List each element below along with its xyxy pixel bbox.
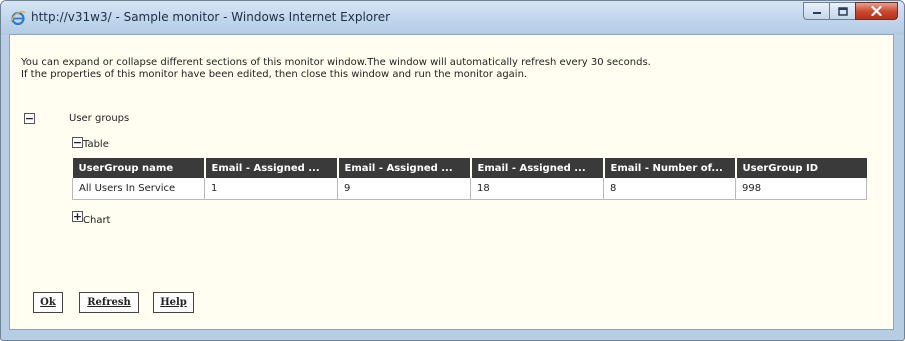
- close-icon: [871, 6, 882, 16]
- close-button[interactable]: [855, 2, 898, 20]
- refresh-button[interactable]: Refresh: [79, 292, 139, 313]
- column-header-usergroup-name[interactable]: UserGroup name: [72, 158, 206, 178]
- info-line-1: You can expand or collapse different sec…: [21, 57, 651, 68]
- chart-section-label: Chart: [83, 215, 111, 226]
- table-section-label: Table: [83, 139, 109, 150]
- table-cell: All Users In Service: [72, 178, 205, 200]
- column-header-email-assigned-3[interactable]: Email - Assigned ...: [470, 158, 605, 178]
- monitor-content: You can expand or collapse different sec…: [9, 34, 894, 330]
- minimize-button[interactable]: [803, 2, 829, 20]
- ok-button[interactable]: Ok: [33, 292, 63, 313]
- column-header-email-number-of[interactable]: Email - Number of...: [603, 158, 737, 178]
- info-text: You can expand or collapse different sec…: [21, 57, 651, 81]
- table-collapse-toggle[interactable]: −: [72, 137, 83, 148]
- internet-explorer-icon: [10, 10, 26, 26]
- browser-window: http://v31w3/ - Sample monitor - Windows…: [0, 0, 905, 341]
- help-button[interactable]: Help: [153, 292, 194, 313]
- table-cell: 1: [204, 178, 338, 200]
- table-cell: 998: [735, 178, 867, 200]
- table-cell: 18: [470, 178, 604, 200]
- table-row: All Users In Service 1 9 18 8 998: [72, 178, 867, 200]
- table-cell: 9: [337, 178, 471, 200]
- maximize-icon: [837, 6, 848, 16]
- info-line-2: If the properties of this monitor have b…: [21, 69, 528, 80]
- table-header-row: UserGroup name Email - Assigned ... Emai…: [72, 158, 867, 178]
- column-header-email-assigned-1[interactable]: Email - Assigned ...: [204, 158, 339, 178]
- user-groups-collapse-toggle[interactable]: −: [24, 113, 35, 124]
- table-cell: 8: [603, 178, 736, 200]
- title-bar[interactable]: http://v31w3/ - Sample monitor - Windows…: [1, 1, 904, 35]
- caption-buttons: [803, 2, 898, 21]
- chart-expand-toggle[interactable]: +: [72, 211, 83, 222]
- column-header-usergroup-id[interactable]: UserGroup ID: [735, 158, 867, 178]
- user-groups-table: UserGroup name Email - Assigned ... Emai…: [72, 158, 867, 200]
- column-header-email-assigned-2[interactable]: Email - Assigned ...: [337, 158, 472, 178]
- maximize-button[interactable]: [829, 2, 855, 20]
- user-groups-label: User groups: [69, 113, 130, 124]
- minimize-icon: [812, 12, 821, 14]
- window-title: http://v31w3/ - Sample monitor - Windows…: [31, 10, 391, 24]
